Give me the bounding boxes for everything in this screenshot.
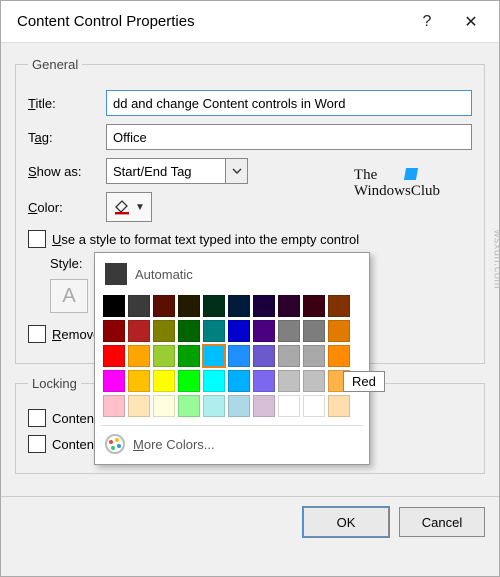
automatic-label: Automatic bbox=[135, 267, 193, 282]
color-swatch[interactable] bbox=[328, 295, 350, 317]
cannot-edit-checkbox[interactable] bbox=[28, 435, 46, 453]
cancel-button[interactable]: Cancel bbox=[399, 507, 485, 537]
cannot-delete-checkbox[interactable] bbox=[28, 409, 46, 427]
automatic-swatch bbox=[105, 263, 127, 285]
show-as-label: Show as: bbox=[28, 164, 106, 179]
ok-button[interactable]: OK bbox=[303, 507, 389, 537]
color-swatch[interactable] bbox=[278, 370, 300, 392]
color-swatch[interactable] bbox=[253, 295, 275, 317]
paint-bucket-icon bbox=[113, 198, 131, 216]
automatic-row[interactable]: Automatic bbox=[101, 259, 363, 293]
color-swatch[interactable] bbox=[253, 395, 275, 417]
title-row: Title: bbox=[28, 90, 472, 116]
titlebar: Content Control Properties ? ✕ bbox=[1, 1, 499, 43]
color-swatch[interactable] bbox=[303, 395, 325, 417]
color-swatch[interactable] bbox=[303, 295, 325, 317]
color-swatch[interactable] bbox=[178, 395, 200, 417]
tag-input[interactable] bbox=[106, 124, 472, 150]
chevron-down-icon: ▼ bbox=[135, 202, 145, 213]
new-style-button: A bbox=[50, 279, 88, 313]
use-style-row: Use a style to format text typed into th… bbox=[28, 230, 472, 248]
general-legend: General bbox=[28, 57, 82, 72]
locking-legend: Locking bbox=[28, 376, 81, 391]
color-swatch[interactable] bbox=[153, 320, 175, 342]
close-button[interactable]: ✕ bbox=[449, 2, 493, 42]
more-colors-row[interactable]: More Colors... bbox=[101, 425, 363, 458]
color-swatch[interactable] bbox=[203, 295, 225, 317]
color-swatch[interactable] bbox=[278, 345, 300, 367]
color-swatch[interactable] bbox=[253, 370, 275, 392]
color-picker-button[interactable]: ▼ bbox=[106, 192, 152, 222]
color-swatch[interactable] bbox=[103, 320, 125, 342]
color-swatch[interactable] bbox=[153, 295, 175, 317]
color-swatch[interactable] bbox=[303, 320, 325, 342]
color-swatch[interactable] bbox=[228, 295, 250, 317]
color-label: Color: bbox=[28, 200, 106, 215]
use-style-label: Use a style to format text typed into th… bbox=[52, 232, 359, 247]
dialog-title: Content Control Properties bbox=[17, 13, 405, 30]
color-swatch[interactable] bbox=[303, 345, 325, 367]
color-swatch[interactable] bbox=[178, 345, 200, 367]
color-swatch[interactable] bbox=[128, 320, 150, 342]
color-swatch[interactable] bbox=[328, 395, 350, 417]
color-swatch[interactable] bbox=[178, 295, 200, 317]
tag-row: Tag: bbox=[28, 124, 472, 150]
title-input[interactable] bbox=[106, 90, 472, 116]
color-swatch[interactable] bbox=[103, 395, 125, 417]
color-swatch[interactable] bbox=[203, 320, 225, 342]
color-swatch[interactable] bbox=[153, 345, 175, 367]
color-swatch[interactable] bbox=[128, 395, 150, 417]
color-tooltip: Red bbox=[343, 371, 385, 392]
color-swatch[interactable] bbox=[153, 370, 175, 392]
color-swatch[interactable] bbox=[303, 370, 325, 392]
show-as-combo[interactable]: Start/End Tag bbox=[106, 158, 248, 184]
color-swatch[interactable] bbox=[228, 370, 250, 392]
color-picker-popup: Automatic Red More Colors... bbox=[94, 252, 370, 465]
color-swatch[interactable] bbox=[278, 320, 300, 342]
color-swatch[interactable] bbox=[228, 320, 250, 342]
color-swatch-grid bbox=[101, 293, 363, 419]
color-swatch[interactable] bbox=[103, 295, 125, 317]
color-swatch[interactable] bbox=[128, 345, 150, 367]
use-style-checkbox[interactable] bbox=[28, 230, 46, 248]
remove-checkbox[interactable] bbox=[28, 325, 46, 343]
color-swatch[interactable] bbox=[203, 395, 225, 417]
more-colors-label: More Colors... bbox=[133, 437, 215, 452]
color-swatch[interactable] bbox=[253, 345, 275, 367]
help-button[interactable]: ? bbox=[405, 2, 449, 42]
show-as-value: Start/End Tag bbox=[107, 164, 225, 179]
show-as-row: Show as: Start/End Tag bbox=[28, 158, 472, 184]
title-label: Title: bbox=[28, 96, 106, 111]
chevron-down-icon bbox=[225, 159, 247, 183]
color-swatch[interactable] bbox=[203, 345, 225, 367]
color-swatch[interactable] bbox=[278, 395, 300, 417]
color-swatch[interactable] bbox=[103, 345, 125, 367]
color-swatch[interactable] bbox=[328, 320, 350, 342]
color-swatch[interactable] bbox=[253, 320, 275, 342]
tag-label: Tag: bbox=[28, 130, 106, 145]
color-swatch[interactable] bbox=[128, 370, 150, 392]
color-swatch[interactable] bbox=[153, 395, 175, 417]
color-swatch[interactable] bbox=[178, 320, 200, 342]
palette-icon bbox=[105, 434, 125, 454]
color-swatch[interactable] bbox=[178, 370, 200, 392]
color-swatch[interactable] bbox=[228, 395, 250, 417]
color-swatch[interactable] bbox=[128, 295, 150, 317]
color-row: Color: ▼ bbox=[28, 192, 472, 222]
dialog-buttons: OK Cancel bbox=[1, 496, 499, 547]
color-swatch[interactable] bbox=[203, 370, 225, 392]
color-swatch[interactable] bbox=[228, 345, 250, 367]
color-swatch[interactable] bbox=[278, 295, 300, 317]
color-swatch[interactable] bbox=[103, 370, 125, 392]
color-swatch[interactable] bbox=[328, 345, 350, 367]
